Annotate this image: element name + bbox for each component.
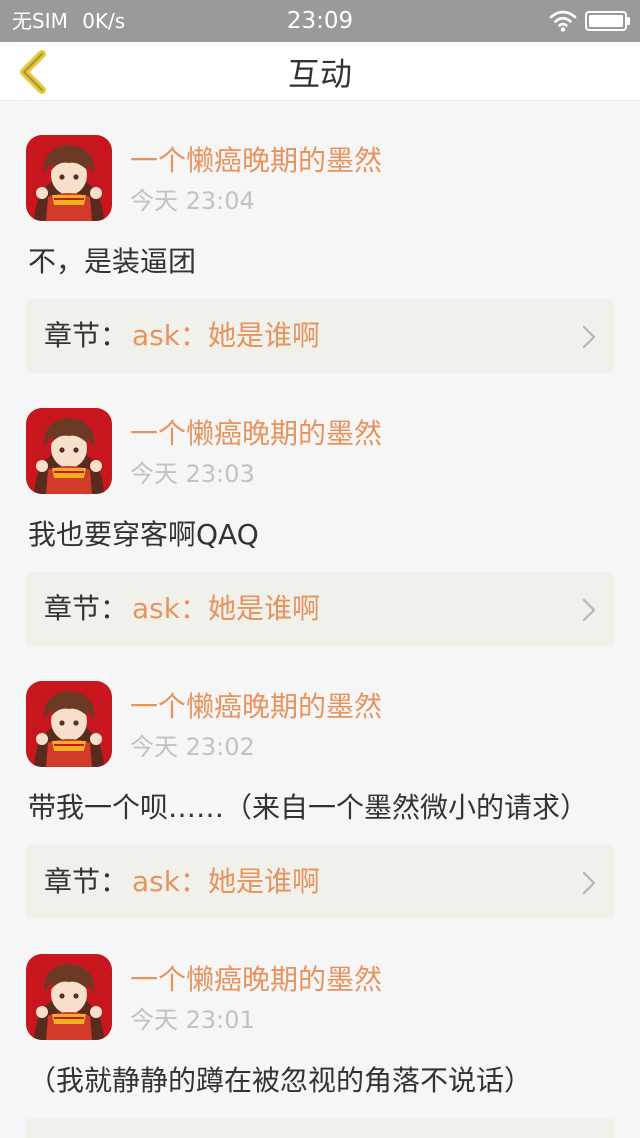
- page-title: 互动: [287, 55, 352, 93]
- chapter-prefix: 章节：: [44, 592, 129, 625]
- avatar[interactable]: [26, 681, 112, 767]
- username[interactable]: 一个懒癌晚期的墨然: [130, 962, 382, 998]
- comment-text: （我就静静的蹲在被忽视的角落不说话）: [28, 1064, 533, 1097]
- avatar[interactable]: [26, 135, 112, 221]
- username[interactable]: 一个懒癌晚期的墨然: [130, 689, 382, 725]
- comment-feed[interactable]: 一个懒癌晚期的墨然 今天 23:04 不，是装逼团 章节： ask：她是谁啊 一…: [0, 101, 640, 1138]
- timestamp: 今天 23:01: [130, 1006, 255, 1034]
- chapter-link[interactable]: [26, 1118, 614, 1138]
- comment-text: 我也要穿客啊QAQ: [28, 518, 259, 551]
- avatar[interactable]: [26, 408, 112, 494]
- clock: 23:09: [286, 8, 354, 34]
- avatar[interactable]: [26, 954, 112, 1040]
- timestamp: 今天 23:03: [130, 460, 255, 488]
- comment-text: 不，是装逼团: [28, 245, 197, 278]
- avatar-image: [26, 135, 112, 221]
- avatar-image: [26, 954, 112, 1040]
- chevron-right-icon: [582, 871, 596, 895]
- chapter-prefix: 章节：: [44, 319, 129, 352]
- comment-item: 一个懒癌晚期的墨然 今天 23:03 我也要穿客啊QAQ 章节： ask：她是谁…: [0, 374, 640, 647]
- avatar-image: [26, 681, 112, 767]
- comment-item: 一个懒癌晚期的墨然 今天 23:04 不，是装逼团 章节： ask：她是谁啊: [0, 101, 640, 374]
- chevron-right-icon: [582, 598, 596, 622]
- comment-text: 带我一个呗……（来自一个墨然微小的请求）: [28, 791, 589, 824]
- chapter-prefix: 章节：: [44, 865, 129, 898]
- chapter-name: ask：她是谁啊: [132, 592, 320, 625]
- chapter-link[interactable]: 章节： ask：她是谁啊: [26, 299, 614, 373]
- chapter-link[interactable]: 章节： ask：她是谁啊: [26, 572, 614, 646]
- timestamp: 今天 23:02: [130, 733, 255, 761]
- interaction-page: 无SIM 0K/s 23:09 互动 一个懒癌晚期的墨然 今天 23:04 不，…: [0, 0, 640, 1138]
- username[interactable]: 一个懒癌晚期的墨然: [130, 143, 382, 179]
- comment-item: 一个懒癌晚期的墨然 今天 23:02 带我一个呗……（来自一个墨然微小的请求） …: [0, 647, 640, 920]
- wifi-icon: [549, 10, 577, 32]
- comment-item: 一个懒癌晚期的墨然 今天 23:01 （我就静静的蹲在被忽视的角落不说话）: [0, 920, 640, 1138]
- app-header: 互动: [0, 42, 640, 101]
- avatar-image: [26, 408, 112, 494]
- status-bar: 无SIM 0K/s 23:09: [0, 0, 640, 42]
- timestamp: 今天 23:04: [130, 187, 255, 215]
- chapter-link[interactable]: 章节： ask：她是谁啊: [26, 845, 614, 919]
- chapter-name: ask：她是谁啊: [132, 319, 320, 352]
- username[interactable]: 一个懒癌晚期的墨然: [130, 416, 382, 452]
- battery-icon: [585, 11, 630, 31]
- chapter-name: ask：她是谁啊: [132, 865, 320, 898]
- chevron-right-icon: [582, 325, 596, 349]
